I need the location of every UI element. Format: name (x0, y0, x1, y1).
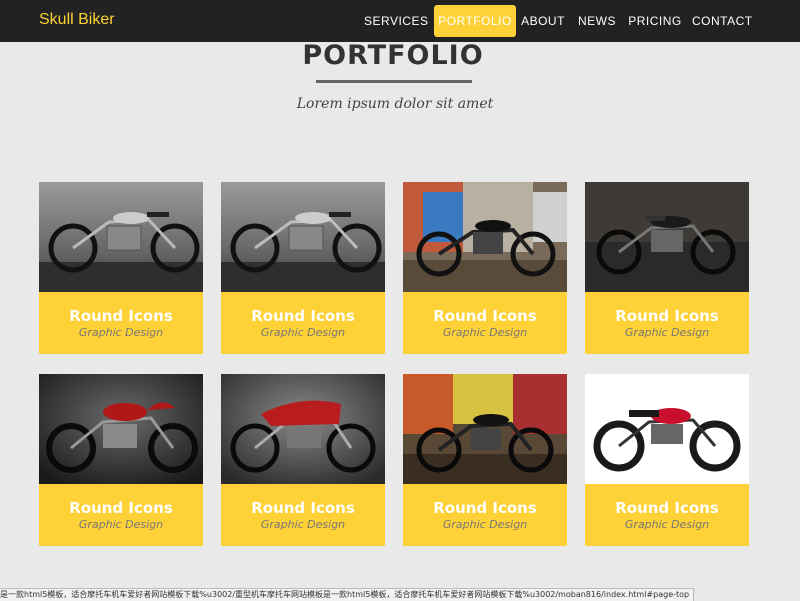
motorcycle-photo[interactable] (403, 374, 567, 484)
title-divider (316, 80, 472, 83)
portfolio-item[interactable]: Round Icons Graphic Design (403, 182, 567, 354)
motorcycle-photo[interactable] (39, 182, 203, 292)
nav-item-services[interactable]: SERVICES (364, 5, 428, 37)
status-bar-url: 是一款html5模板，适合摩托车机车爱好者网站模板下载%u3002/重型机车摩托… (0, 588, 695, 601)
portfolio-title: Round Icons (251, 499, 355, 517)
nav-item-news[interactable]: NEWS (576, 5, 618, 37)
portfolio-item[interactable]: Round Icons Graphic Design (403, 374, 567, 546)
portfolio-caption: Round Icons Graphic Design (403, 484, 567, 546)
portfolio-title: Round Icons (251, 307, 355, 325)
portfolio-title: Round Icons (615, 499, 719, 517)
portfolio-caption: Round Icons Graphic Design (39, 292, 203, 354)
portfolio-caption: Round Icons Graphic Design (221, 292, 385, 354)
portfolio-caption: Round Icons Graphic Design (403, 292, 567, 354)
nav-item-pricing[interactable]: PRICING (626, 5, 684, 37)
portfolio-title: Round Icons (69, 307, 173, 325)
motorcycle-photo[interactable] (221, 182, 385, 292)
motorcycle-photo[interactable] (39, 374, 203, 484)
portfolio-title: Round Icons (615, 307, 719, 325)
portfolio-item[interactable]: Round Icons Graphic Design (221, 182, 385, 354)
portfolio-subtitle: Graphic Design (624, 518, 710, 531)
motorcycle-photo[interactable] (221, 374, 385, 484)
portfolio-item[interactable]: Round Icons Graphic Design (585, 182, 749, 354)
portfolio-caption: Round Icons Graphic Design (585, 292, 749, 354)
portfolio-caption: Round Icons Graphic Design (585, 484, 749, 546)
portfolio-subtitle: Graphic Design (260, 518, 346, 531)
portfolio-item[interactable]: Round Icons Graphic Design (39, 374, 203, 546)
portfolio-title: Round Icons (433, 307, 537, 325)
portfolio-title: Round Icons (433, 499, 537, 517)
portfolio-item[interactable]: Round Icons Graphic Design (39, 182, 203, 354)
portfolio-subtitle: Graphic Design (624, 326, 710, 339)
portfolio-item[interactable]: Round Icons Graphic Design (585, 374, 749, 546)
portfolio-caption: Round Icons Graphic Design (39, 484, 203, 546)
motorcycle-photo[interactable] (403, 182, 567, 292)
nav-item-contact[interactable]: CONTACT (692, 5, 752, 37)
portfolio-subtitle: Graphic Design (260, 326, 346, 339)
motorcycle-photo[interactable] (585, 374, 749, 484)
section-subtitle: Lorem ipsum dolor sit amet (296, 96, 494, 112)
portfolio-subtitle: Graphic Design (78, 518, 164, 531)
motorcycle-photo[interactable] (585, 182, 749, 292)
portfolio-subtitle: Graphic Design (442, 518, 528, 531)
portfolio-subtitle: Graphic Design (442, 326, 528, 339)
navbar: Skull Biker SERVICES PORTFOLIO ABOUT NEW… (0, 0, 800, 42)
portfolio-title: Round Icons (69, 499, 173, 517)
section-title: PORTFOLIO (302, 40, 484, 71)
nav-item-portfolio[interactable]: PORTFOLIO (434, 5, 516, 37)
portfolio-caption: Round Icons Graphic Design (221, 484, 385, 546)
portfolio-subtitle: Graphic Design (78, 326, 164, 339)
nav-item-about[interactable]: ABOUT (520, 5, 566, 37)
nav-menu: SERVICES PORTFOLIO ABOUT NEWS PRICING CO… (0, 5, 800, 37)
portfolio-item[interactable]: Round Icons Graphic Design (221, 374, 385, 546)
